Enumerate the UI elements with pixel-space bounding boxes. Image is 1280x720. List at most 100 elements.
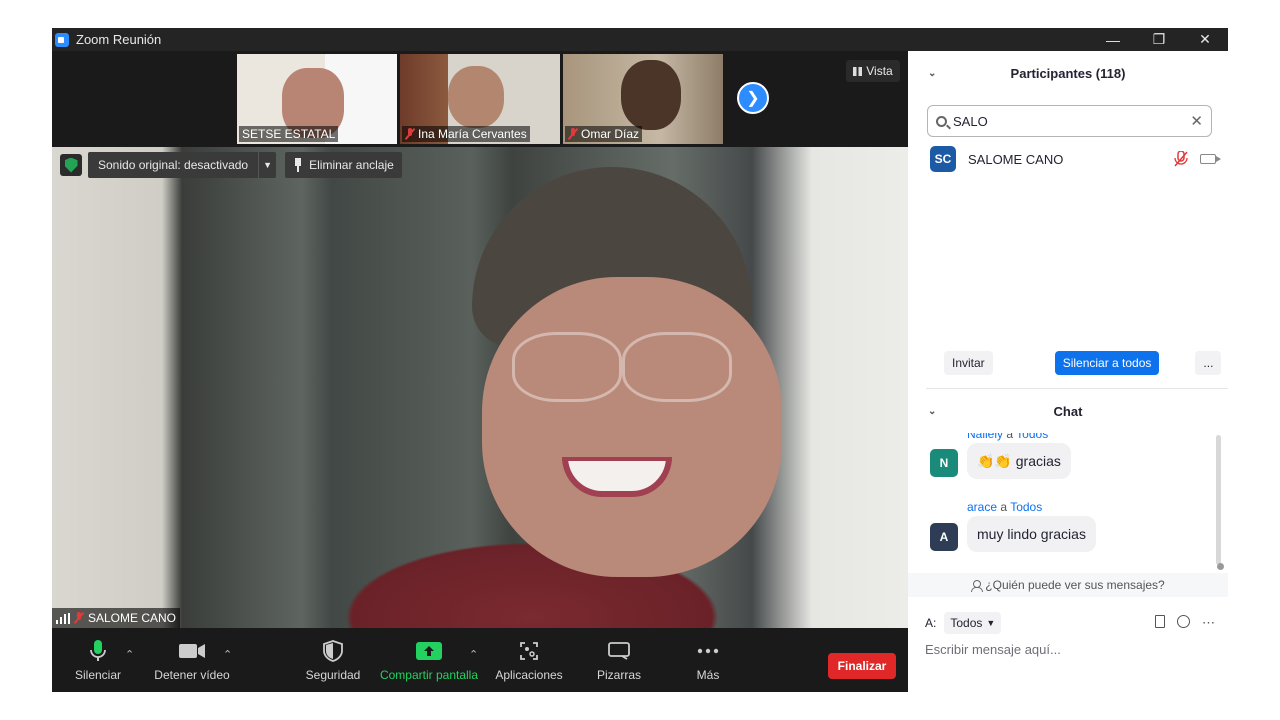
message-bubble[interactable]: 👏👏 gracias (967, 443, 1071, 479)
video-area: SETSE ESTATAL Ina María Cervantes Omar D… (52, 51, 908, 628)
participant-search-box[interactable]: ✕ (927, 105, 1212, 137)
recipient-name: Todos (1010, 500, 1043, 514)
active-speaker-video[interactable]: Sonido original: desactivado ▼ Eliminar … (52, 147, 908, 628)
recipient-name: Todos (1016, 433, 1049, 441)
clear-search-icon[interactable]: ✕ (1190, 112, 1203, 130)
encryption-shield-icon[interactable] (60, 154, 82, 176)
chat-recipient-row: A: Todos ▼ ⋯ (925, 611, 1215, 635)
thumbnail-name: SETSE ESTATAL (242, 127, 336, 141)
zoom-window: Zoom Reunión — ❐ ✕ SETSE ESTATAL Ina Mar… (52, 28, 1228, 692)
speaker-name-tag: SALOME CANO (52, 608, 181, 628)
thumbnail-name: Ina María Cervantes (418, 127, 527, 141)
video-camera-icon[interactable] (1200, 154, 1221, 164)
close-window-button[interactable]: ✕ (1182, 28, 1228, 51)
invite-button[interactable]: Invitar (944, 351, 993, 375)
thumbnail-strip: SETSE ESTATAL Ina María Cervantes Omar D… (52, 51, 908, 147)
security-button[interactable]: Seguridad (304, 628, 362, 692)
whiteboards-label: Pizarras (596, 668, 641, 682)
chat-messages: Nallely a Todos N 👏👏 gracias arace a Tod… (908, 433, 1228, 573)
security-label: Seguridad (305, 668, 361, 682)
avatar: A (930, 523, 958, 551)
mute-button[interactable]: Silenciar (74, 628, 122, 692)
video-overlay-controls: Sonido original: desactivado ▼ Eliminar … (60, 152, 402, 178)
avatar: N (930, 449, 958, 477)
audio-options-chevron-icon[interactable]: ⌃ (125, 648, 134, 661)
stop-video-label: Detener vídeo (154, 668, 230, 682)
participant-row[interactable]: SC SALOME CANO (930, 145, 1221, 173)
mic-muted-icon (405, 128, 415, 140)
recipient-select-value: Todos (950, 616, 983, 630)
apps-icon (520, 638, 538, 664)
chevron-right-icon: ❯ (746, 90, 760, 107)
chat-tools: ⋯ (1155, 615, 1215, 631)
thumbnail-video[interactable]: SETSE ESTATAL (237, 54, 397, 144)
mute-label: Silenciar (74, 668, 122, 682)
restore-button[interactable]: ❐ (1136, 28, 1182, 51)
participant-status-icons (1174, 151, 1221, 167)
share-screen-button[interactable]: Compartir pantalla (379, 628, 479, 692)
zoom-logo-icon (55, 32, 69, 47)
person-icon (971, 579, 984, 592)
thumbnail-person (448, 66, 504, 128)
whiteboards-button[interactable]: Pizarras (595, 628, 643, 692)
thumbnail-name-tag: Omar Díaz (565, 126, 643, 142)
thumbnail-name: Omar Díaz (581, 127, 640, 141)
thumbnail-video[interactable]: Omar Díaz (563, 54, 723, 144)
window-title: Zoom Reunión (76, 32, 162, 47)
unpin-label: Eliminar anclaje (309, 158, 394, 172)
mic-muted-icon (74, 612, 84, 624)
participants-header: ⌄ Participantes (118) (908, 51, 1228, 95)
original-sound-label: Sonido original: desactivado (98, 158, 249, 172)
mic-muted-icon[interactable] (1174, 151, 1188, 167)
participant-search-input[interactable] (953, 113, 1173, 129)
more-options-icon[interactable]: ⋯ (1202, 615, 1215, 631)
thumbnail-video[interactable]: Ina María Cervantes (400, 54, 560, 144)
participants-more-button[interactable]: ... (1195, 351, 1222, 375)
view-label: Vista (866, 64, 893, 78)
pin-icon (293, 158, 303, 172)
message-sender: Nallely a Todos (967, 433, 1048, 441)
mute-all-button[interactable]: Silenciar a todos (1054, 351, 1160, 375)
share-options-chevron-icon[interactable]: ⌃ (469, 648, 478, 661)
collapse-chevron-icon[interactable]: ⌄ (928, 68, 936, 79)
chevron-down-icon[interactable]: ▼ (258, 152, 276, 178)
video-camera-icon (179, 638, 205, 664)
apps-button[interactable]: Aplicaciones (494, 628, 564, 692)
chat-message-input[interactable] (925, 637, 1215, 661)
speaker-glasses (482, 332, 742, 412)
sender-name[interactable]: Nallely (967, 433, 1003, 441)
view-button[interactable]: Vista (846, 60, 900, 82)
unpin-button[interactable]: Eliminar anclaje (285, 152, 402, 178)
speaker-name: SALOME CANO (88, 611, 177, 625)
search-icon (936, 115, 947, 127)
next-page-button[interactable]: ❯ (737, 82, 769, 114)
message-visibility-note[interactable]: ¿Quién puede ver sus mensajes? (908, 573, 1228, 597)
shield-icon (323, 638, 343, 664)
participant-name: SALOME CANO (968, 151, 1064, 167)
collapse-chevron-icon[interactable]: ⌄ (928, 406, 936, 417)
meeting-toolbar: Silenciar ⌃ Detener vídeo ⌃ Seguridad Co… (52, 628, 908, 692)
title-bar: Zoom Reunión — ❐ ✕ (52, 28, 1228, 51)
more-button[interactable]: Más (688, 628, 728, 692)
stop-video-button[interactable]: Detener vídeo (154, 628, 230, 692)
chat-title: Chat (1053, 403, 1083, 419)
more-label: Más (696, 668, 720, 682)
video-options-chevron-icon[interactable]: ⌃ (223, 648, 232, 661)
sender-name[interactable]: arace (967, 500, 997, 514)
message-bubble[interactable]: muy lindo gracias (967, 516, 1096, 552)
emoji-icon[interactable] (1177, 615, 1190, 628)
scroll-end-indicator (1217, 563, 1224, 570)
apps-label: Aplicaciones (495, 668, 563, 682)
file-icon[interactable] (1155, 615, 1165, 628)
thumbnail-name-tag: SETSE ESTATAL (239, 126, 339, 142)
message-sender: arace a Todos (967, 500, 1042, 514)
avatar: SC (930, 146, 956, 172)
chat-scrollbar[interactable] (1216, 435, 1221, 565)
recipient-select[interactable]: Todos ▼ (944, 612, 1002, 634)
speaker-face (482, 277, 782, 577)
minimize-button[interactable]: — (1090, 28, 1136, 51)
original-sound-toggle[interactable]: Sonido original: desactivado ▼ (88, 152, 277, 178)
end-meeting-button[interactable]: Finalizar (828, 653, 896, 679)
chat-header: ⌄ Chat (908, 389, 1228, 433)
to-word: a (1006, 433, 1014, 441)
